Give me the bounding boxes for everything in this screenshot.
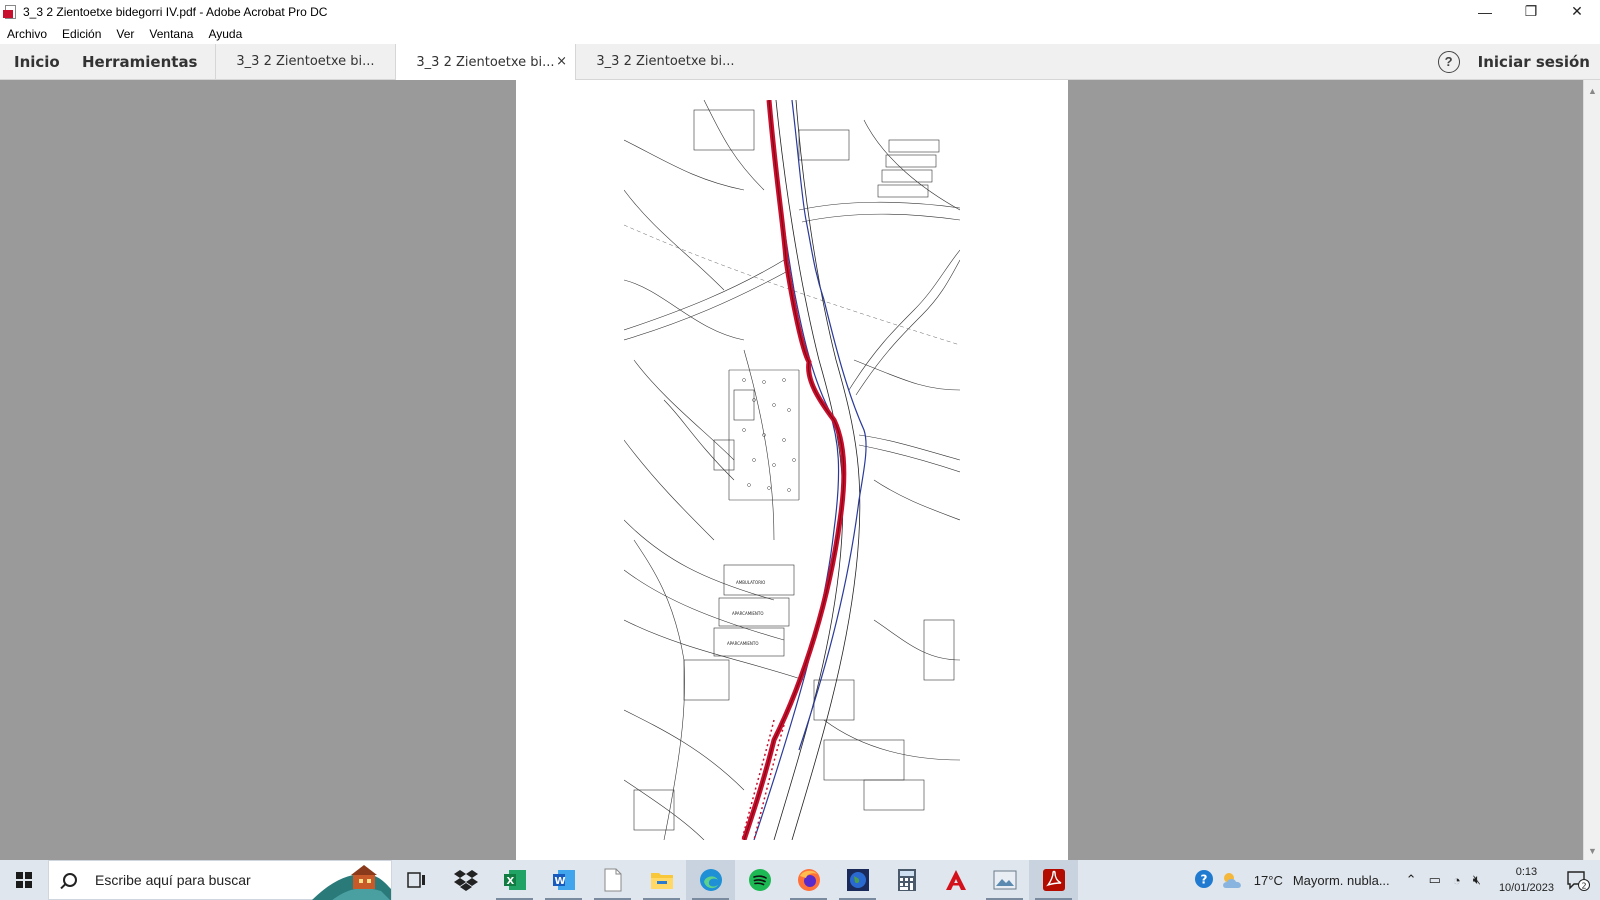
tools-tab[interactable]: Herramientas (82, 44, 215, 79)
close-button[interactable]: ✕ (1554, 0, 1600, 23)
map-label-parking-2: APARCAMIENTO (727, 641, 758, 646)
dropbox-icon[interactable] (441, 860, 490, 900)
pdf-page: AMBULATORIO APARCAMIENTO APARCAMIENTO (516, 80, 1068, 860)
clock-time: 0:13 (1515, 866, 1538, 878)
notepad-icon[interactable] (588, 860, 637, 900)
vertical-scrollbar[interactable]: ▲ ▼ (1583, 80, 1600, 860)
scroll-up-icon[interactable]: ▲ (1588, 86, 1597, 96)
window-title: 3_3 2 Zientoetxe bidegorri IV.pdf - Adob… (23, 4, 328, 19)
spotify-icon[interactable] (735, 860, 784, 900)
document-tab-label: 3_3 2 Zientoetxe bi... (416, 54, 555, 70)
acrobat-pro-icon[interactable] (1029, 860, 1078, 900)
document-tab-3[interactable]: 3_3 2 Zientoetxe bi... (575, 44, 755, 79)
signin-button[interactable]: Iniciar sesión (1478, 53, 1590, 71)
file-explorer-icon[interactable] (637, 860, 686, 900)
weather-temp: 17°C (1253, 872, 1283, 888)
acrobat-reader-icon[interactable] (931, 860, 980, 900)
excel-icon[interactable]: X (490, 860, 539, 900)
route-map-drawing: AMBULATORIO APARCAMIENTO APARCAMIENTO (624, 100, 960, 840)
menu-ayuda[interactable]: Ayuda (208, 27, 242, 41)
restore-button[interactable]: ❐ (1508, 0, 1554, 23)
tab-close-icon[interactable]: × (556, 54, 567, 69)
edge-icon[interactable] (686, 860, 735, 900)
speaker-muted-icon[interactable]: 🔇︎ (1473, 872, 1481, 888)
search-highlight-art-icon (312, 865, 391, 900)
svg-text:2: 2 (1582, 882, 1587, 891)
notification-center-icon[interactable]: 2 (1566, 870, 1590, 891)
menu-bar: Archivo Edición Ver Ventana Ayuda (0, 23, 1600, 44)
home-tab[interactable]: Inicio (0, 44, 82, 79)
minimize-button[interactable]: — (1462, 0, 1508, 23)
weather-desc: Mayorm. nubla... (1292, 872, 1390, 888)
cloud-sun-icon (1222, 873, 1241, 888)
map-label-ambulatorio: AMBULATORIO (736, 580, 765, 585)
title-bar: 3_3 2 Zientoetxe bidegorri IV.pdf - Adob… (0, 0, 1600, 23)
document-tab-label: 3_3 2 Zientoetxe bi... (596, 54, 735, 69)
document-viewer[interactable]: AMBULATORIO APARCAMIENTO APARCAMIENTO (0, 80, 1583, 860)
taskbar-search[interactable]: Escribe aquí para buscar (48, 860, 392, 900)
weather-widget[interactable]: 17°C Mayorm. nubla... (1220, 870, 1390, 890)
acrobat-toolbar: Inicio Herramientas 3_3 2 Zientoetxe bi.… (0, 44, 1600, 80)
map-label-parking-1: APARCAMIENTO (732, 611, 763, 616)
svg-text:W: W (554, 876, 565, 887)
help-icon[interactable]: ? (1437, 50, 1460, 73)
start-button[interactable] (0, 860, 48, 900)
calculator-icon[interactable] (882, 860, 931, 900)
document-tab-2[interactable]: 3_3 2 Zientoetxe bi... × (395, 44, 575, 80)
svg-text:?: ? (1200, 872, 1207, 886)
menu-edicion[interactable]: Edición (62, 27, 101, 41)
menu-archivo[interactable]: Archivo (7, 27, 47, 41)
windows-logo-icon (16, 872, 32, 888)
menu-ver[interactable]: Ver (116, 27, 134, 41)
system-tray: ? 17°C Mayorm. nubla... ⌃ ▭ ◔ 🔇︎ 0:13 10… (1188, 860, 1600, 900)
menu-ventana[interactable]: Ventana (149, 27, 193, 41)
document-tab-label: 3_3 2 Zientoetxe bi... (236, 54, 375, 69)
wifi-icon[interactable]: ◔ (1453, 873, 1461, 888)
search-placeholder: Escribe aquí para buscar (95, 872, 251, 888)
globe-app-icon[interactable] (833, 860, 882, 900)
help-tray-icon[interactable]: ? (1194, 869, 1214, 892)
scroll-down-icon[interactable]: ▼ (1588, 846, 1597, 856)
task-view-icon[interactable] (392, 860, 441, 900)
search-icon (63, 873, 77, 887)
word-icon[interactable]: W (539, 860, 588, 900)
windows-taskbar: Escribe aquí para buscar X W ? 17°C Mayo… (0, 860, 1600, 900)
clock[interactable]: 0:13 10/01/2023 (1499, 864, 1554, 896)
chevron-up-icon[interactable]: ⌃ (1406, 872, 1417, 888)
firefox-icon[interactable] (784, 860, 833, 900)
svg-text:X: X (506, 876, 514, 887)
battery-icon[interactable]: ▭ (1429, 872, 1441, 888)
photos-icon[interactable] (980, 860, 1029, 900)
clock-date: 10/01/2023 (1498, 882, 1554, 894)
acrobat-pdf-icon (3, 4, 19, 20)
document-tab-1[interactable]: 3_3 2 Zientoetxe bi... (215, 44, 395, 79)
